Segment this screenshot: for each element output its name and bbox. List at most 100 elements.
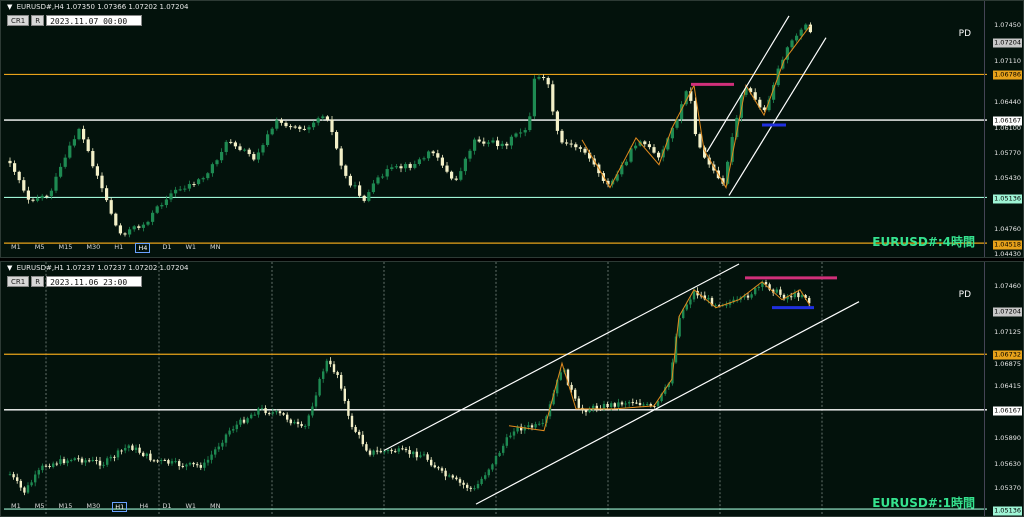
symbol-info: ▼ EURUSD#,H4 1.07350 1.07366 1.07202 1.0… [7, 3, 189, 11]
tf-m1[interactable]: M1 [9, 502, 23, 512]
candle-body [330, 119, 334, 133]
dropdown-triangle-icon[interactable]: ▼ [7, 264, 12, 272]
tf-m1[interactable]: M1 [9, 243, 23, 253]
candle-body [34, 474, 37, 483]
tf-d1[interactable]: D1 [160, 243, 173, 253]
candle-body [100, 175, 104, 189]
tf-h4[interactable]: H4 [135, 243, 151, 253]
crosshair-button[interactable]: CR1 [7, 276, 30, 287]
tf-d1[interactable]: D1 [160, 502, 173, 512]
candle-body [468, 150, 472, 159]
candle-body [116, 450, 120, 458]
candle-body [210, 164, 214, 174]
candle-body [657, 152, 661, 158]
candle-body [394, 451, 397, 453]
chart-window-h1[interactable]: ▼ EURUSD#,H1 1.07237 1.07237 1.07202 1.0… [0, 261, 1024, 517]
candle-body [268, 413, 271, 415]
candle-body [22, 180, 26, 191]
candle-body [232, 429, 235, 431]
r-button[interactable]: R [31, 15, 45, 26]
datetime-field[interactable]: 2023.11.06 23:00 [46, 276, 143, 287]
price-tag-resistance: 1.06732 [993, 350, 1022, 360]
tf-m30[interactable]: M30 [84, 243, 102, 253]
price-axis[interactable]: 1.07450 1.07110 1.06440 1.06100 1.05770 … [984, 1, 1023, 257]
candle-body [278, 411, 282, 414]
candle-body [40, 195, 44, 199]
candle-body [59, 166, 63, 177]
candle-body [362, 195, 366, 201]
tf-h4[interactable]: H4 [137, 502, 150, 512]
candle-body [23, 487, 26, 493]
datetime-field[interactable]: 2023.11.07 00:00 [46, 15, 143, 26]
datetime-bar: CR1 R 2023.11.06 23:00 [7, 276, 143, 287]
candle-body [505, 143, 509, 146]
candle-body [203, 462, 206, 468]
candle-body [523, 130, 527, 133]
candle-body [685, 304, 688, 310]
candle-body [631, 402, 634, 404]
dropdown-triangle-icon[interactable]: ▼ [7, 3, 12, 11]
candle-body [482, 141, 486, 144]
candle-body [16, 477, 19, 481]
price-tag-current: 1.07204 [993, 307, 1022, 317]
candle-body [401, 448, 404, 450]
candle-body [142, 452, 145, 456]
candle-body [113, 456, 116, 458]
candle-body [397, 448, 400, 452]
candle-body [560, 130, 564, 143]
candle-body [559, 372, 562, 380]
candle-body [459, 171, 463, 180]
tf-mn[interactable]: MN [208, 243, 222, 253]
tf-m5[interactable]: M5 [33, 502, 47, 512]
candle-body [624, 403, 627, 405]
r-button[interactable]: R [31, 276, 45, 287]
candle-body [228, 430, 231, 435]
candle-body [149, 453, 152, 461]
candle-body [565, 142, 569, 144]
axis-tick: 1.05430 [994, 174, 1021, 182]
candle-body [635, 402, 638, 404]
candle-body [242, 419, 246, 423]
candle-body [361, 434, 364, 445]
candle-body [181, 466, 184, 468]
candle-body [17, 171, 21, 181]
candle-body [502, 445, 505, 453]
price-plot-h4[interactable] [4, 1, 987, 257]
candle-body [224, 434, 228, 443]
tf-w1[interactable]: W1 [183, 502, 198, 512]
candle-body [790, 40, 794, 48]
tf-m15[interactable]: M15 [57, 502, 75, 512]
candle-body [372, 450, 375, 455]
candle-body [532, 78, 536, 117]
candle-body [353, 185, 357, 187]
candle-body [253, 414, 256, 416]
tf-mn[interactable]: MN [208, 502, 222, 512]
crosshair-button[interactable]: CR1 [7, 15, 30, 26]
tf-m30[interactable]: M30 [84, 502, 102, 512]
candle-body [48, 465, 51, 467]
candle-body [800, 295, 804, 298]
candle-body [314, 395, 318, 407]
chart-label: EURUSD#:1時間 [872, 496, 975, 510]
candle-body [286, 414, 289, 420]
axis-tick: 1.04760 [994, 225, 1021, 233]
tf-h1[interactable]: H1 [112, 502, 128, 512]
price-axis[interactable]: 1.07460 1.07125 1.06875 1.06415 1.05890 … [984, 262, 1023, 516]
candle-body [528, 116, 532, 131]
candle-body [541, 422, 544, 424]
candle-body [233, 142, 237, 147]
candle-body [339, 148, 343, 166]
candle-body [243, 149, 247, 151]
candle-body [266, 134, 270, 146]
tf-w1[interactable]: W1 [183, 243, 198, 253]
axis-tick: 1.05370 [994, 484, 1021, 492]
candle-body [325, 360, 328, 372]
chart-window-h4[interactable]: ▼ EURUSD#,H4 1.07350 1.07366 1.07202 1.0… [0, 0, 1024, 258]
candle-body [496, 140, 500, 147]
candle-body [156, 460, 159, 462]
price-plot-h1[interactable] [4, 262, 987, 516]
tf-h1[interactable]: H1 [112, 243, 125, 253]
tf-m15[interactable]: M15 [57, 243, 75, 253]
candle-body [275, 411, 278, 413]
tf-m5[interactable]: M5 [33, 243, 47, 253]
